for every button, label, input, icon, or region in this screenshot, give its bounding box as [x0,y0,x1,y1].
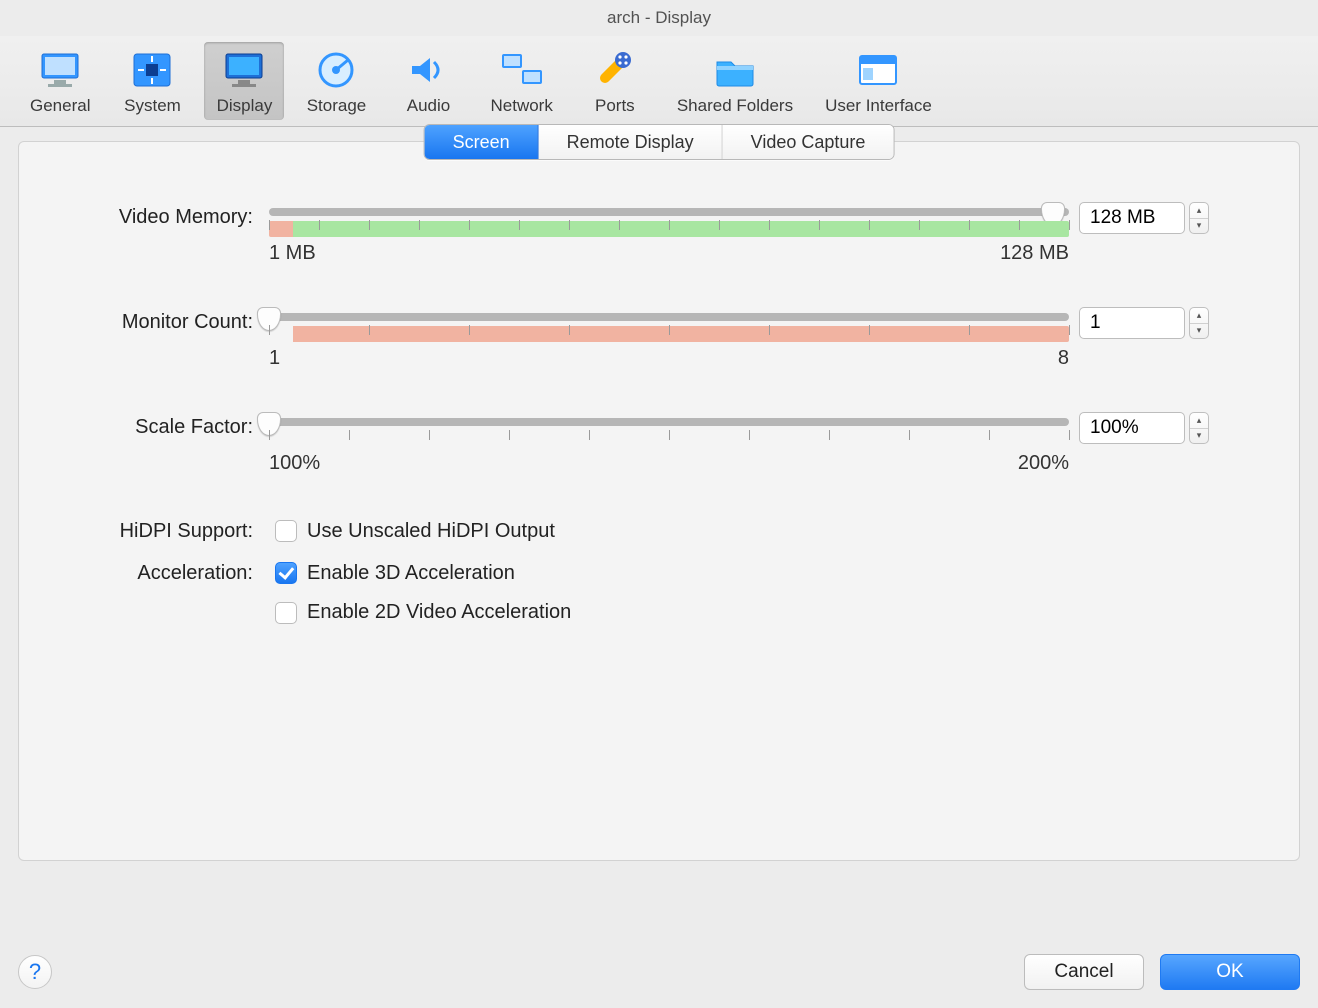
scale-factor-stepper[interactable]: ▴ ▾ [1189,412,1209,444]
label-monitor-count: Monitor Count: [59,307,259,337]
tab-screen-label: Screen [453,132,510,153]
video-memory-ticks [269,220,1069,244]
monitor-count-slider-area: 1 8 [269,307,1069,370]
monitor-count-range: 1 8 [269,347,1069,370]
video-memory-max: 128 MB [1000,242,1069,265]
window-title: arch - Display [0,0,1318,36]
scale-factor-slider[interactable] [269,418,1069,426]
toolbar-shared-label: Shared Folders [677,96,793,116]
scale-factor-min: 100% [269,452,320,475]
row-video-memory: Video Memory: 1 MB 128 MB ▴ ▾ [59,202,1259,265]
system-icon [128,48,176,92]
toolbar-ui-label: User Interface [825,96,932,116]
video-memory-slider[interactable] [269,208,1069,216]
display-tabs: Screen Remote Display Video Capture [424,124,895,160]
tab-capture-label: Video Capture [751,132,866,153]
toolbar-storage[interactable]: Storage [296,42,376,120]
toolbar-ports[interactable]: Ports [575,42,655,120]
video-memory-step-up[interactable]: ▴ [1190,203,1208,219]
row-scale-factor: Scale Factor: 100% 200% ▴ ▾ [59,412,1259,475]
label-hidpi: HiDPI Support: [59,517,259,545]
video-memory-min: 1 MB [269,242,316,265]
toolbar-general-label: General [30,96,90,116]
toolbar-display[interactable]: Display [204,42,284,120]
video-memory-range: 1 MB 128 MB [269,242,1069,265]
tab-remote-display[interactable]: Remote Display [539,125,723,159]
accel-2d-checkbox-box[interactable] [275,602,297,624]
monitor-count-value-box: ▴ ▾ [1079,307,1259,339]
row-acceleration-2d: Enable 2D Video Acceleration [59,601,1259,624]
screen-form: Video Memory: 1 MB 128 MB ▴ ▾ [19,198,1299,624]
video-memory-stepper[interactable]: ▴ ▾ [1189,202,1209,234]
row-acceleration: Acceleration: Enable 3D Acceleration [59,559,1259,587]
dialog-footer: ? Cancel OK [18,954,1300,990]
video-memory-value-box: ▴ ▾ [1079,202,1259,234]
ports-icon [591,48,639,92]
scale-factor-ticks [269,430,1069,454]
accel-2d-checkbox[interactable]: Enable 2D Video Acceleration [275,601,1259,624]
row-monitor-count: Monitor Count: 1 8 ▴ ▾ [59,307,1259,370]
settings-toolbar: General System Display Storage Audio Network P… [0,36,1318,127]
audio-icon [404,48,452,92]
display-panel: Screen Remote Display Video Capture Vide… [18,141,1300,861]
hidpi-checkbox[interactable]: Use Unscaled HiDPI Output [275,520,1259,543]
label-acceleration: Acceleration: [59,559,259,587]
toolbar-network-label: Network [490,96,552,116]
toolbar-audio-label: Audio [407,96,450,116]
monitor-count-max: 8 [1058,347,1069,370]
toolbar-system[interactable]: System [112,42,192,120]
monitor-count-slider[interactable] [269,313,1069,321]
hidpi-checkbox-box[interactable] [275,520,297,542]
hidpi-checkbox-label: Use Unscaled HiDPI Output [307,520,555,543]
toolbar-shared[interactable]: Shared Folders [667,42,803,120]
accel-3d-checkbox-box[interactable] [275,562,297,584]
toolbar-storage-label: Storage [307,96,367,116]
monitor-count-ticks [269,325,1069,349]
storage-icon [312,48,360,92]
video-memory-input[interactable] [1079,202,1185,234]
toolbar-system-label: System [124,96,181,116]
scale-factor-max: 200% [1018,452,1069,475]
toolbar-network[interactable]: Network [480,42,562,120]
toolbar-display-label: Display [217,96,273,116]
display-icon [220,48,268,92]
ok-button[interactable]: OK [1160,954,1300,990]
label-scale-factor: Scale Factor: [59,412,259,442]
network-icon [498,48,546,92]
tab-screen[interactable]: Screen [425,125,539,159]
help-icon: ? [29,959,41,985]
toolbar-general[interactable]: General [20,42,100,120]
monitor-count-min: 1 [269,347,280,370]
help-button[interactable]: ? [18,955,52,989]
label-video-memory: Video Memory: [59,202,259,232]
row-hidpi: HiDPI Support: Use Unscaled HiDPI Output [59,517,1259,545]
tab-video-capture[interactable]: Video Capture [723,125,894,159]
scale-factor-range: 100% 200% [269,452,1069,475]
scale-factor-step-up[interactable]: ▴ [1190,413,1208,429]
monitor-count-stepper[interactable]: ▴ ▾ [1189,307,1209,339]
scale-factor-step-down[interactable]: ▾ [1190,429,1208,444]
video-memory-slider-area: 1 MB 128 MB [269,202,1069,265]
ui-icon [854,48,902,92]
toolbar-ports-label: Ports [595,96,635,116]
scale-factor-input[interactable] [1079,412,1185,444]
toolbar-audio[interactable]: Audio [388,42,468,120]
ok-label: OK [1216,961,1243,982]
accel-3d-checkbox[interactable]: Enable 3D Acceleration [275,562,1259,585]
scale-factor-value-box: ▴ ▾ [1079,412,1259,444]
monitor-count-step-up[interactable]: ▴ [1190,308,1208,324]
accel-2d-label: Enable 2D Video Acceleration [307,601,571,624]
tab-remote-label: Remote Display [567,132,694,153]
cancel-label: Cancel [1054,961,1113,982]
window-title-text: arch - Display [607,8,711,28]
scale-factor-slider-area: 100% 200% [269,412,1069,475]
monitor-count-input[interactable] [1079,307,1185,339]
monitor-count-step-down[interactable]: ▾ [1190,324,1208,339]
toolbar-ui[interactable]: User Interface [815,42,942,120]
cancel-button[interactable]: Cancel [1024,954,1144,990]
video-memory-step-down[interactable]: ▾ [1190,219,1208,234]
accel-3d-label: Enable 3D Acceleration [307,562,515,585]
shared-icon [711,48,759,92]
general-icon [36,48,84,92]
